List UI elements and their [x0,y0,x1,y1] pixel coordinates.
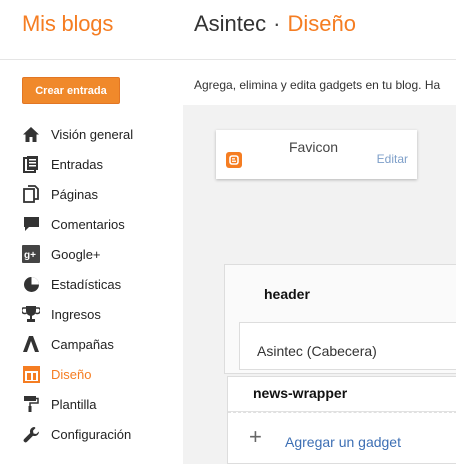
sidebar-item-label: Páginas [51,186,98,202]
layout-icon [22,365,40,383]
header-gadget[interactable]: Asintec (Cabecera) [239,322,456,370]
create-post-button[interactable]: Crear entrada [22,77,120,104]
sidebar-item-label: Campañas [51,336,114,352]
svg-text:g+: g+ [24,250,36,261]
comment-icon [22,215,40,233]
sidebar-item-settings[interactable]: Configuración [22,419,133,449]
favicon-title: Favicon [289,139,339,155]
google-plus-icon: g+ [22,245,40,263]
sidebar-nav: Visión general Entradas Páginas Comentar… [22,119,133,449]
pages-icon [22,185,40,203]
section-name: Diseño [287,11,356,36]
favicon-edit-link[interactable]: Editar [377,152,408,166]
home-icon [22,125,40,143]
sidebar-item-comments[interactable]: Comentarios [22,209,133,239]
trophy-icon [22,305,40,323]
pie-chart-icon [22,275,40,293]
app-logo[interactable]: Mis blogs [22,11,113,37]
add-gadget-link[interactable]: Agregar un gadget [285,434,401,450]
sidebar-item-label: Visión general [51,126,134,142]
sidebar-item-layout[interactable]: Diseño [22,359,133,389]
plus-icon: + [249,424,262,449]
sidebar-item-label: Diseño [51,366,92,382]
wrench-icon [22,425,40,443]
layout-description: Agrega, elimina y edita gadgets en tu bl… [194,78,441,92]
header-section-label: header [264,286,310,302]
sidebar-item-label: Ingresos [51,306,101,322]
page-title: Asintec · Diseño [194,11,356,37]
header-divider [0,59,456,60]
sidebar-item-label: Comentarios [51,216,125,232]
sidebar-item-label: Google+ [51,246,101,262]
paint-roller-icon [22,395,40,413]
sidebar-item-pages[interactable]: Páginas [22,179,133,209]
sidebar-item-label: Configuración [51,426,132,442]
sidebar-item-google-plus[interactable]: g+ Google+ [22,239,133,269]
sidebar-item-posts[interactable]: Entradas [22,149,133,179]
favicon-gadget[interactable]: Favicon Editar [216,130,417,179]
sidebar-item-label: Estadísticas [51,276,122,292]
sidebar-item-campaigns[interactable]: Campañas [22,329,133,359]
news-wrapper-section: news-wrapper + Agregar un gadget [227,376,456,464]
blog-name: Asintec [194,11,267,36]
sidebar-item-earnings[interactable]: Ingresos [22,299,133,329]
blogger-icon [226,152,242,168]
news-wrapper-label: news-wrapper [253,385,348,401]
sidebar-item-stats[interactable]: Estadísticas [22,269,133,299]
sidebar-item-overview[interactable]: Visión general [22,119,133,149]
header-gadget-label: Asintec (Cabecera) [257,343,377,359]
campaign-icon [22,335,40,353]
title-separator: · [273,11,281,36]
sidebar-item-label: Plantilla [51,396,97,412]
posts-icon [22,155,40,173]
sidebar-item-template[interactable]: Plantilla [22,389,133,419]
sidebar-item-label: Entradas [51,156,104,172]
add-gadget-button[interactable]: + Agregar un gadget [228,412,456,464]
